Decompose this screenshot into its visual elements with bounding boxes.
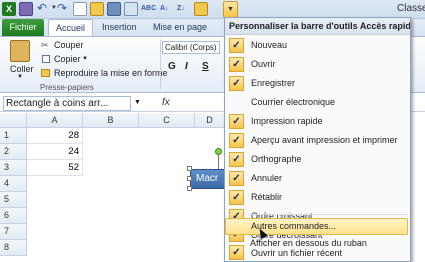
excel-logo-icon[interactable]: X (2, 2, 16, 16)
cut-button[interactable]: Couper (54, 40, 84, 50)
menu-item-undo[interactable]: ✓ Annuler (225, 169, 410, 188)
redo-icon[interactable]: ↷ (57, 2, 71, 16)
new-document-icon[interactable] (73, 2, 87, 16)
copy-icon (42, 55, 50, 63)
font-name-select[interactable]: Calibri (Corps) (162, 41, 220, 54)
paste-dropdown-icon[interactable]: ▼ (17, 74, 23, 80)
shape-rotate-handle[interactable] (215, 148, 222, 155)
menu-item-open[interactable]: ✓ Ouvrir (225, 55, 410, 74)
print-icon[interactable] (107, 2, 121, 16)
menu-item-spelling[interactable]: ✓ Orthographe (225, 150, 410, 169)
customize-qat-button[interactable]: ▼ (223, 1, 238, 18)
menu-item-print-preview[interactable]: ✓ Aperçu avant impression et imprimer (225, 131, 410, 150)
copy-dropdown-icon[interactable]: ▼ (82, 56, 88, 62)
menu-separator (248, 214, 408, 215)
insert-function-button[interactable]: fx (162, 97, 170, 108)
save-icon[interactable] (19, 2, 33, 16)
print-preview-icon[interactable] (124, 2, 138, 16)
cell-a3[interactable]: 52 (27, 160, 83, 176)
format-painter-button[interactable]: Reproduire la mise en forme (54, 68, 168, 78)
bold-button[interactable]: G (168, 61, 176, 72)
ribbon-separator (160, 39, 161, 89)
menu-item-redo[interactable]: ✓ Rétablir (225, 188, 410, 207)
shape-rotate-line (218, 155, 219, 169)
menu-item-email[interactable]: Courrier électronique (225, 93, 410, 112)
menu-item-quick-print[interactable]: ✓ Impression rapide (225, 112, 410, 131)
paste-icon[interactable] (10, 40, 30, 62)
tab-file[interactable]: Fichier (2, 19, 44, 36)
excel-window: { "window": { "title": "Classeu" }, "tab… (0, 0, 425, 262)
paste-button[interactable]: Coller (10, 64, 34, 74)
tab-home[interactable]: Accueil (48, 19, 93, 36)
menu-item-more-commands[interactable]: Autres commandes... (225, 218, 408, 235)
copy-button[interactable]: Copier (54, 54, 81, 64)
spelling-icon[interactable]: ABC (141, 2, 156, 16)
name-box[interactable]: Rectangle à coins arr... (3, 96, 131, 111)
shape-handle-bottom-left[interactable] (187, 186, 192, 191)
clipboard-group-label: Presse-papiers (40, 83, 94, 92)
italic-button[interactable]: I (185, 61, 188, 72)
tab-page-layout[interactable]: Mise en page (148, 19, 212, 36)
open-folder-icon[interactable] (90, 2, 104, 16)
menu-title: Personnaliser la barre d'outils Accès ra… (225, 18, 410, 35)
menu-item-save[interactable]: ✓ Enregistrer (225, 74, 410, 93)
sort-ascending-icon[interactable]: A↓ (160, 2, 174, 16)
window-title: Classeu (397, 3, 425, 14)
shape-handle-middle-left[interactable] (187, 176, 192, 181)
undo-icon[interactable]: ↶ (37, 2, 51, 16)
cell-a1[interactable]: 28 (27, 128, 83, 144)
underline-button[interactable]: S (202, 61, 209, 72)
tab-insert[interactable]: Insertion (97, 19, 142, 36)
menu-item-new[interactable]: ✓ Nouveau (225, 36, 410, 55)
menu-item-show-below-ribbon[interactable]: Afficher en dessous du ruban (225, 236, 408, 253)
show-below-label: Afficher en dessous du ruban (250, 238, 367, 248)
sort-descending-icon[interactable]: Z↓ (177, 2, 191, 16)
format-painter-icon (41, 69, 50, 77)
recent-file-icon[interactable] (194, 2, 208, 16)
cell-a2[interactable]: 24 (27, 144, 83, 160)
cut-icon: ✂ (41, 40, 49, 50)
shape-handle-top-left[interactable] (187, 166, 192, 171)
name-box-dropdown-icon[interactable]: ▼ (134, 99, 141, 106)
